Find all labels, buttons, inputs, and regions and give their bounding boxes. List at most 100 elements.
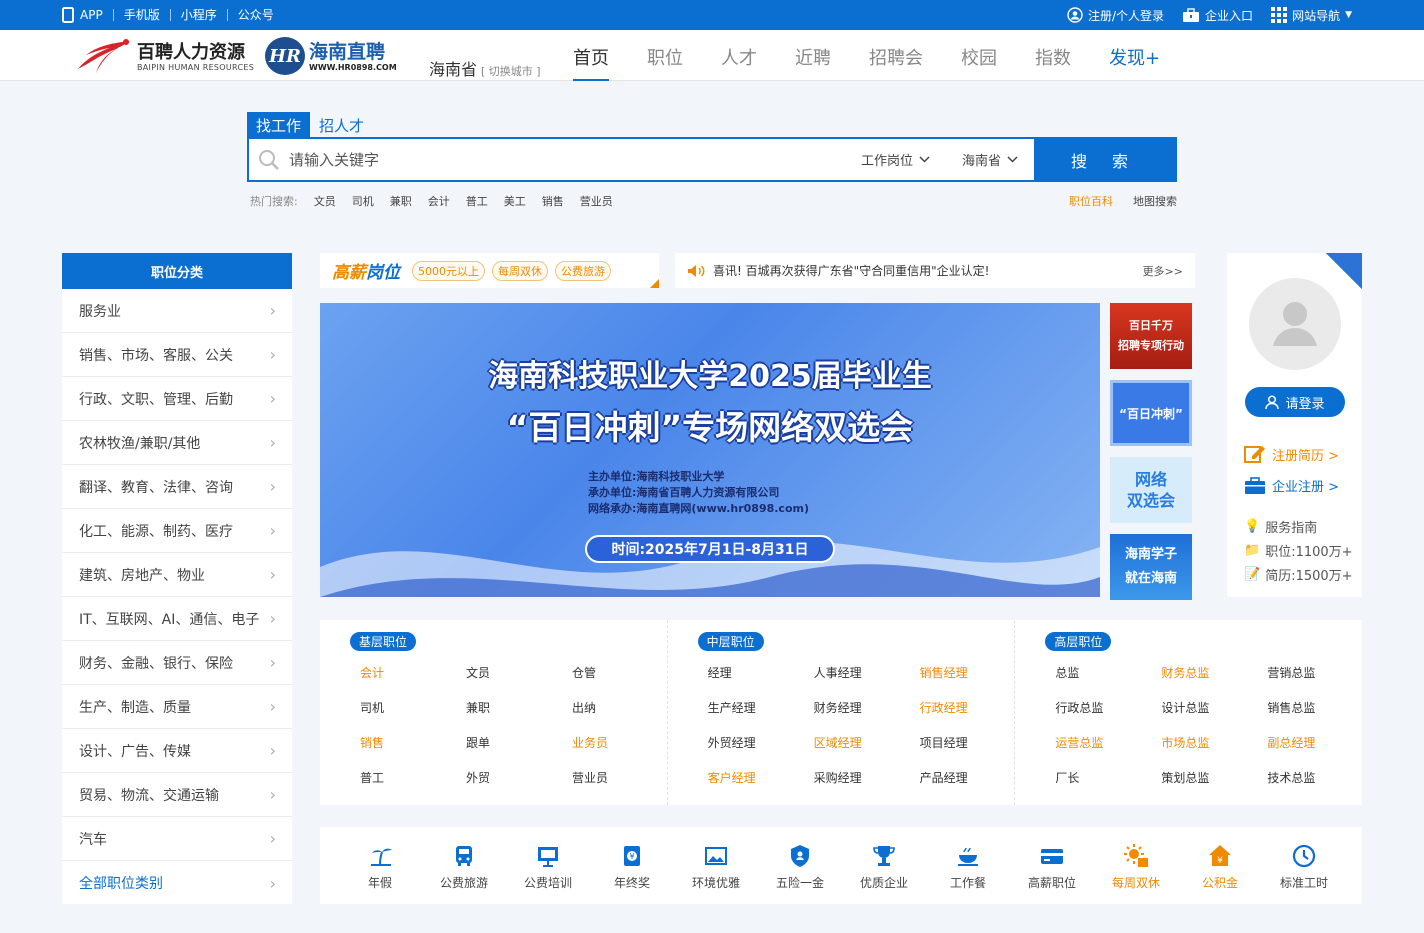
job-link[interactable]: 区域经理 [814, 734, 920, 752]
hot-keyword[interactable]: 司机 [352, 193, 374, 209]
category-item[interactable]: 贸易、物流、交通运输 › [62, 773, 292, 817]
job-link[interactable]: 业务员 [572, 734, 678, 752]
job-link[interactable]: 经理 [708, 664, 814, 682]
site-nav-dropdown[interactable]: 网站导航 ▼ [1271, 7, 1352, 24]
hot-keyword[interactable]: 销售 [542, 193, 564, 209]
benefit-item[interactable]: 公费旅游 [422, 827, 506, 904]
company-register-link[interactable]: 企业注册 > [1244, 476, 1339, 495]
hot-keyword[interactable]: 兼职 [390, 193, 412, 209]
job-link[interactable]: 销售经理 [920, 664, 1026, 682]
side-ad-online-fair[interactable]: 网络 双选会 [1110, 457, 1192, 523]
tab-find-job[interactable]: 找工作 [247, 112, 311, 139]
qr-code-icon[interactable] [1326, 253, 1362, 289]
job-link[interactable]: 行政经理 [920, 699, 1026, 717]
job-link[interactable]: 人事经理 [814, 664, 920, 682]
job-link[interactable]: 销售 [360, 734, 466, 752]
job-link[interactable]: 销售总监 [1267, 699, 1373, 717]
high-pay-logo[interactable]: 高薪岗位 [332, 258, 400, 283]
company-entry-link[interactable]: 企业入口 [1182, 7, 1253, 24]
nav-talent[interactable]: 人才 [721, 44, 757, 80]
job-link[interactable]: 技术总监 [1267, 769, 1373, 787]
search-button[interactable]: 搜 索 [1034, 139, 1175, 180]
high-pay-tag[interactable]: 5000元以上 [412, 260, 485, 281]
switch-city-link[interactable]: [ 切换城市 ] [481, 65, 541, 78]
notice-text[interactable]: 喜讯! 百城再次获得广东省"守合同重信用"企业认定! [713, 262, 1143, 279]
top-link-miniprogram[interactable]: 小程序 [169, 9, 227, 21]
job-link[interactable]: 仓管 [572, 664, 678, 682]
benefit-item[interactable]: 工作餐 [926, 827, 1010, 904]
job-link[interactable]: 会计 [360, 664, 466, 682]
top-link-official-account[interactable]: 公众号 [226, 9, 284, 21]
job-link[interactable]: 运营总监 [1055, 734, 1161, 752]
side-ad-100days[interactable]: 百日千万 招聘专项行动 [1110, 303, 1192, 369]
job-link[interactable]: 客户经理 [708, 769, 814, 787]
job-link[interactable]: 副总经理 [1267, 734, 1373, 752]
benefit-item[interactable]: 环境优雅 [674, 827, 758, 904]
top-link-mobile[interactable]: 手机版 [112, 9, 170, 21]
job-link[interactable]: 市场总监 [1161, 734, 1267, 752]
benefit-item[interactable]: ¥ 年终奖 [590, 827, 674, 904]
login-button[interactable]: 请登录 [1245, 387, 1345, 417]
job-link[interactable]: 设计总监 [1161, 699, 1267, 717]
benefit-item[interactable]: 年假 [338, 827, 422, 904]
region-select[interactable]: 海南省 [946, 139, 1034, 180]
job-link[interactable]: 普工 [360, 769, 466, 787]
job-link[interactable]: 文员 [466, 664, 572, 682]
side-ad-sprint[interactable]: “百日冲刺” [1110, 380, 1192, 446]
category-item[interactable]: 汽车 › [62, 817, 292, 861]
high-pay-tag[interactable]: 每周双休 [492, 260, 548, 281]
high-pay-tag[interactable]: 公费旅游 [555, 260, 611, 281]
job-link[interactable]: 生产经理 [708, 699, 814, 717]
category-item[interactable]: 农林牧渔/兼职/其他 › [62, 421, 292, 465]
keyword-input[interactable] [289, 139, 845, 180]
job-encyclopedia-link[interactable]: 职位百科 [1069, 193, 1113, 209]
category-item[interactable]: 服务业 › [62, 289, 292, 333]
category-item[interactable]: 化工、能源、制药、医疗 › [62, 509, 292, 553]
job-link[interactable]: 司机 [360, 699, 466, 717]
category-item[interactable]: 设计、广告、传媒 › [62, 729, 292, 773]
job-link[interactable]: 厂长 [1055, 769, 1161, 787]
category-item[interactable]: 翻译、教育、法律、咨询 › [62, 465, 292, 509]
hot-keyword[interactable]: 会计 [428, 193, 450, 209]
notice-more-link[interactable]: 更多>> [1143, 263, 1183, 279]
nav-jobs[interactable]: 职位 [647, 44, 683, 80]
category-item[interactable]: IT、互联网、AI、通信、电子 › [62, 597, 292, 641]
category-item[interactable]: 行政、文职、管理、后勤 › [62, 377, 292, 421]
job-link[interactable]: 兼职 [466, 699, 572, 717]
category-item[interactable]: 财务、金融、银行、保险 › [62, 641, 292, 685]
job-link[interactable]: 采购经理 [814, 769, 920, 787]
hnzp-logo[interactable]: HR 海南直聘 WWW.HR0898.COM [265, 37, 397, 75]
job-link[interactable]: 财务总监 [1161, 664, 1267, 682]
map-search-link[interactable]: 地图搜索 [1133, 193, 1177, 209]
category-item[interactable]: 全部职位类别 › [62, 861, 292, 905]
benefit-item[interactable]: 高薪职位 [1010, 827, 1094, 904]
hot-keyword[interactable]: 营业员 [580, 193, 613, 209]
side-ad-hainan-students[interactable]: 海南学子 就在海南 [1110, 534, 1192, 600]
job-link[interactable]: 跟单 [466, 734, 572, 752]
main-banner[interactable]: 海南科技职业大学2025届毕业生 “百日冲刺”专场网络双选会 主办单位:海南科技… [320, 303, 1100, 597]
nav-home[interactable]: 首页 [573, 44, 609, 82]
benefit-item[interactable]: ¥ 公积金 [1178, 827, 1262, 904]
job-type-select[interactable]: 工作岗位 [845, 139, 946, 180]
nav-campus[interactable]: 校园 [961, 44, 997, 80]
benefit-item[interactable]: 公费培训 [506, 827, 590, 904]
job-link[interactable]: 项目经理 [920, 734, 1026, 752]
hot-keyword[interactable]: 文员 [314, 193, 336, 209]
nav-recent[interactable]: 近聘 [795, 44, 831, 80]
benefit-item[interactable]: 优质企业 [842, 827, 926, 904]
top-link-app[interactable]: APP [76, 9, 113, 21]
baipin-logo[interactable]: 百聘人力资源 BAIPIN HUMAN RESOURCES [76, 37, 254, 77]
nav-job-fair[interactable]: 招聘会 [869, 44, 923, 80]
job-link[interactable]: 外贸经理 [708, 734, 814, 752]
benefit-item[interactable]: 五险一金 [758, 827, 842, 904]
register-resume-link[interactable]: 注册简历 > [1244, 444, 1339, 464]
hot-keyword[interactable]: 美工 [504, 193, 526, 209]
category-item[interactable]: 生产、制造、质量 › [62, 685, 292, 729]
hot-keyword[interactable]: 普工 [466, 193, 488, 209]
nav-index[interactable]: 指数 [1035, 44, 1071, 80]
benefit-item[interactable]: 标准工时 [1262, 827, 1346, 904]
job-link[interactable]: 总监 [1055, 664, 1161, 682]
nav-discover[interactable]: 发现+ [1109, 44, 1160, 80]
job-link[interactable]: 营销总监 [1267, 664, 1373, 682]
service-guide-link[interactable]: 💡 服务指南 [1244, 517, 1317, 536]
